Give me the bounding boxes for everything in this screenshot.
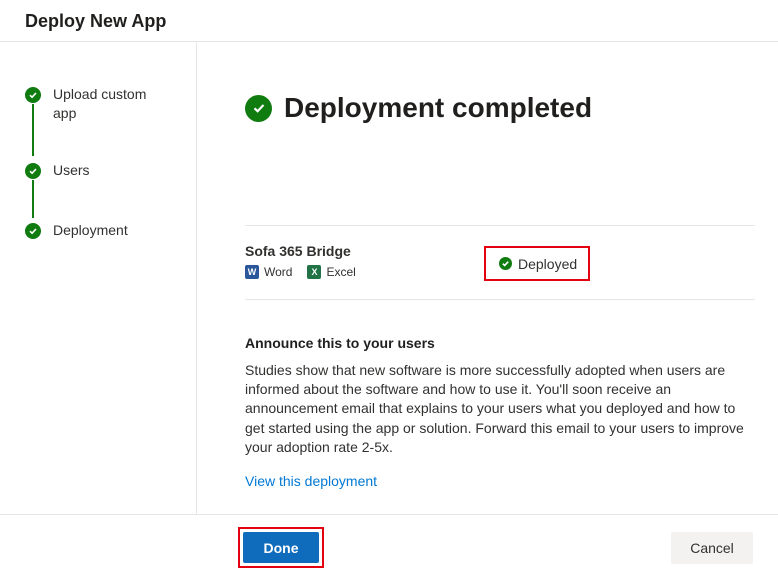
host-label: Word xyxy=(264,265,293,279)
checkmark-icon xyxy=(25,163,41,179)
deployment-status-badge: Deployed xyxy=(484,246,590,281)
status-text: Deployed xyxy=(518,255,578,272)
wizard-steps-sidebar: Upload custom app Users Deployment xyxy=(0,42,197,514)
step-upload-custom-app: Upload custom app xyxy=(25,85,163,123)
checkmark-icon xyxy=(25,223,41,239)
announce-heading: Announce this to your users xyxy=(245,335,435,351)
dialog-footer xyxy=(0,514,778,574)
completion-heading: Deployment completed xyxy=(245,92,592,124)
app-hosts: W Word X Excel xyxy=(245,265,371,279)
excel-icon: X xyxy=(307,265,322,279)
success-check-icon xyxy=(499,257,512,270)
done-button[interactable]: Done xyxy=(243,532,319,563)
success-check-icon xyxy=(245,94,272,122)
dialog-header: Deploy New App xyxy=(0,0,778,42)
step-label: Upload custom app xyxy=(53,86,147,121)
cancel-button[interactable]: Cancel xyxy=(671,532,753,564)
divider xyxy=(245,225,755,226)
app-name: Sofa 365 Bridge xyxy=(245,243,351,259)
divider xyxy=(245,299,755,300)
host-excel: X Excel xyxy=(307,265,356,279)
checkmark-icon xyxy=(25,87,41,103)
announce-body: Studies show that new software is more s… xyxy=(245,362,744,455)
step-connector xyxy=(32,180,34,218)
step-label: Deployment xyxy=(53,222,128,238)
host-word: W Word xyxy=(245,265,292,279)
host-label: Excel xyxy=(326,265,356,279)
step-deployment: Deployment xyxy=(25,221,163,240)
dialog-title: Deploy New App xyxy=(25,11,167,31)
step-label: Users xyxy=(53,162,90,178)
page-title: Deployment completed xyxy=(284,92,593,123)
step-users: Users xyxy=(25,161,163,180)
word-icon: W xyxy=(245,265,259,279)
view-deployment-link[interactable]: View this deployment xyxy=(245,473,377,489)
